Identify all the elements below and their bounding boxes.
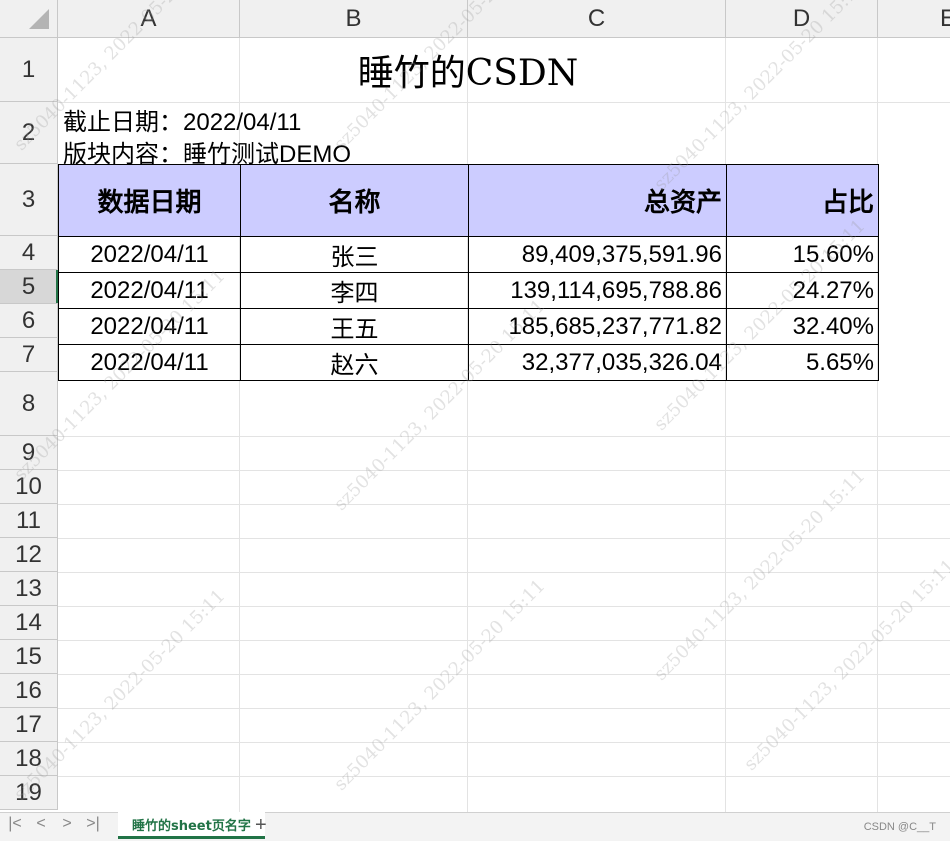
sheet-tab-bar: |< < > >| 睡竹的sheet页名字 + CSDN @C__T	[0, 812, 950, 841]
gridline	[58, 640, 950, 641]
cell-date[interactable]: 2022/04/11	[58, 344, 241, 381]
gridline	[58, 470, 950, 471]
cell-ratio[interactable]: 5.65%	[726, 344, 879, 381]
row-header-9[interactable]: 9	[0, 436, 58, 470]
header-cell-name[interactable]: 名称	[240, 164, 469, 237]
gridline	[58, 572, 950, 573]
column-header-a[interactable]: A	[58, 0, 240, 38]
cell-ratio[interactable]: 32.40%	[726, 308, 879, 345]
cell-ratio[interactable]: 24.27%	[726, 272, 879, 309]
next-sheet-button[interactable]: >	[56, 815, 78, 833]
cell-total-assets[interactable]: 139,114,695,788.86	[468, 272, 727, 309]
row-header-18[interactable]: 18	[0, 742, 58, 776]
cell-name[interactable]: 赵六	[240, 344, 469, 381]
row-header-3[interactable]: 3	[0, 164, 58, 236]
cell-name[interactable]: 王五	[240, 308, 469, 345]
cell-date[interactable]: 2022/04/11	[58, 272, 241, 309]
credit-text: CSDN @C__T	[863, 821, 936, 833]
gridline	[58, 606, 950, 607]
row-header-5[interactable]: 5	[0, 270, 58, 304]
gridline	[58, 708, 950, 709]
cell-total-assets[interactable]: 185,685,237,771.82	[468, 308, 727, 345]
deadline-cell[interactable]: 截止日期：2022/04/11	[63, 102, 301, 137]
table-row: 2022/04/11 赵六 32,377,035,326.04 5.65%	[58, 344, 879, 381]
table-row: 2022/04/11 王五 185,685,237,771.82 32.40%	[58, 308, 879, 345]
header-cell-date[interactable]: 数据日期	[58, 164, 241, 237]
gridline	[467, 38, 468, 812]
cell-date[interactable]: 2022/04/11	[58, 236, 241, 273]
column-header-d[interactable]: D	[726, 0, 878, 38]
row-header-15[interactable]: 15	[0, 640, 58, 674]
cell-total-assets[interactable]: 32,377,035,326.04	[468, 344, 727, 381]
row-header-7[interactable]: 7	[0, 338, 58, 372]
row-header-6[interactable]: 6	[0, 304, 58, 338]
header-cell-ratio[interactable]: 占比	[726, 164, 879, 237]
select-all-corner[interactable]	[0, 0, 58, 38]
column-header-e[interactable]: E	[878, 0, 950, 38]
row-header-1[interactable]: 1	[0, 38, 58, 102]
cell-name[interactable]: 张三	[240, 236, 469, 273]
row-header-8[interactable]: 8	[0, 372, 58, 436]
header-cell-total-assets[interactable]: 总资产	[468, 164, 727, 237]
table-row: 2022/04/11 李四 139,114,695,788.86 24.27%	[58, 272, 879, 309]
select-all-icon	[29, 9, 49, 29]
row-header-10[interactable]: 10	[0, 470, 58, 504]
cell-ratio[interactable]: 15.60%	[726, 236, 879, 273]
column-header-c[interactable]: C	[468, 0, 726, 38]
row-header-11[interactable]: 11	[0, 504, 58, 538]
data-table: 数据日期 名称 总资产 占比 2022/04/11 张三 89,409,375,…	[58, 164, 879, 381]
cell-name[interactable]: 李四	[240, 272, 469, 309]
gridline	[58, 674, 950, 675]
first-sheet-button[interactable]: |<	[4, 815, 26, 833]
deadline-label: 截止日期：	[63, 108, 183, 136]
prev-sheet-button[interactable]: <	[30, 815, 52, 833]
row-header-19[interactable]: 19	[0, 776, 58, 810]
last-sheet-button[interactable]: >|	[82, 815, 104, 833]
row-header-16[interactable]: 16	[0, 674, 58, 708]
column-header-b[interactable]: B	[240, 0, 468, 38]
add-sheet-button[interactable]: +	[255, 814, 267, 837]
watermark: sz5040-1123, 2022-05-20 15:11	[330, 575, 550, 795]
row-header-14[interactable]: 14	[0, 606, 58, 640]
watermark: sz5040-1123, 2022-05-20 15:11	[650, 465, 870, 685]
row-header-4[interactable]: 4	[0, 236, 58, 270]
cell-date[interactable]: 2022/04/11	[58, 308, 241, 345]
gridline	[58, 436, 950, 437]
cell-total-assets[interactable]: 89,409,375,591.96	[468, 236, 727, 273]
gridline	[58, 504, 950, 505]
gridline	[877, 38, 878, 812]
table-row: 2022/04/11 张三 89,409,375,591.96 15.60%	[58, 236, 879, 273]
table-header-row: 数据日期 名称 总资产 占比	[58, 164, 879, 237]
gridline	[58, 776, 950, 777]
spreadsheet-grid[interactable]: A B C D E 1 2 3 4 5 6 7 8 9 10 11 12 13 …	[0, 0, 950, 812]
sheet-title-cell[interactable]: 睡竹的CSDN	[58, 38, 878, 102]
gridline	[725, 38, 726, 812]
gridline	[58, 742, 950, 743]
deadline-value: 2022/04/11	[183, 109, 302, 136]
row-header-13[interactable]: 13	[0, 572, 58, 606]
gridline	[58, 538, 950, 539]
row-header-2[interactable]: 2	[0, 102, 58, 164]
row-header-12[interactable]: 12	[0, 538, 58, 572]
row-header-17[interactable]: 17	[0, 708, 58, 742]
sheet-tab-active[interactable]: 睡竹的sheet页名字	[118, 812, 265, 839]
